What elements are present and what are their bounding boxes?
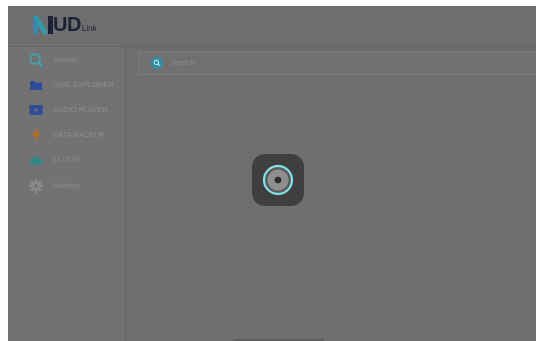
logo-text: UD — [53, 14, 81, 36]
search-badge-icon — [151, 57, 163, 69]
main-content: Search — [126, 47, 536, 341]
sidebar-item-search[interactable]: Search — [8, 48, 125, 72]
search-placeholder: Search — [171, 58, 195, 67]
loading-spinner — [252, 154, 304, 206]
sidebar-item-audio-player[interactable]: AUDIO PLAYER — [8, 98, 125, 122]
sidebar-item-disc-explorer[interactable]: DISC EXPLORER — [8, 73, 125, 97]
top-bar: UD Link — [8, 6, 536, 47]
sidebar-item-label: Settings — [53, 181, 81, 190]
bolt-icon — [32, 128, 40, 142]
logo-subtext: Link — [81, 24, 97, 33]
sidebar-item-cloud[interactable]: CLOUD — [8, 148, 125, 172]
folder-icon — [30, 81, 42, 90]
sidebar-item-data-backup[interactable]: DATA BACKUP — [8, 123, 125, 147]
app-logo[interactable]: UD Link — [32, 15, 97, 35]
app-screen: UD Link Search DISC EXPLORER AUDIO PLAYE… — [8, 6, 536, 341]
play-icon — [29, 105, 43, 115]
sidebar-item-label: DISC EXPLORER — [53, 80, 114, 89]
gear-icon — [29, 179, 43, 193]
sidebar-item-label: AUDIO PLAYER — [53, 105, 108, 114]
search-icon — [29, 53, 43, 67]
sidebar-item-label: DATA BACKUP — [53, 130, 105, 139]
sidebar-item-settings[interactable]: Settings — [8, 174, 125, 198]
search-input[interactable]: Search — [138, 51, 536, 75]
sidebar-item-label: CLOUD — [53, 155, 80, 164]
disc-loading-icon — [262, 164, 294, 196]
sidebar-item-label: Search — [53, 55, 77, 64]
cloud-icon — [29, 156, 43, 165]
sidebar: Search DISC EXPLORER AUDIO PLAYER DATA B… — [8, 47, 126, 341]
logo-mark-icon — [33, 16, 53, 34]
